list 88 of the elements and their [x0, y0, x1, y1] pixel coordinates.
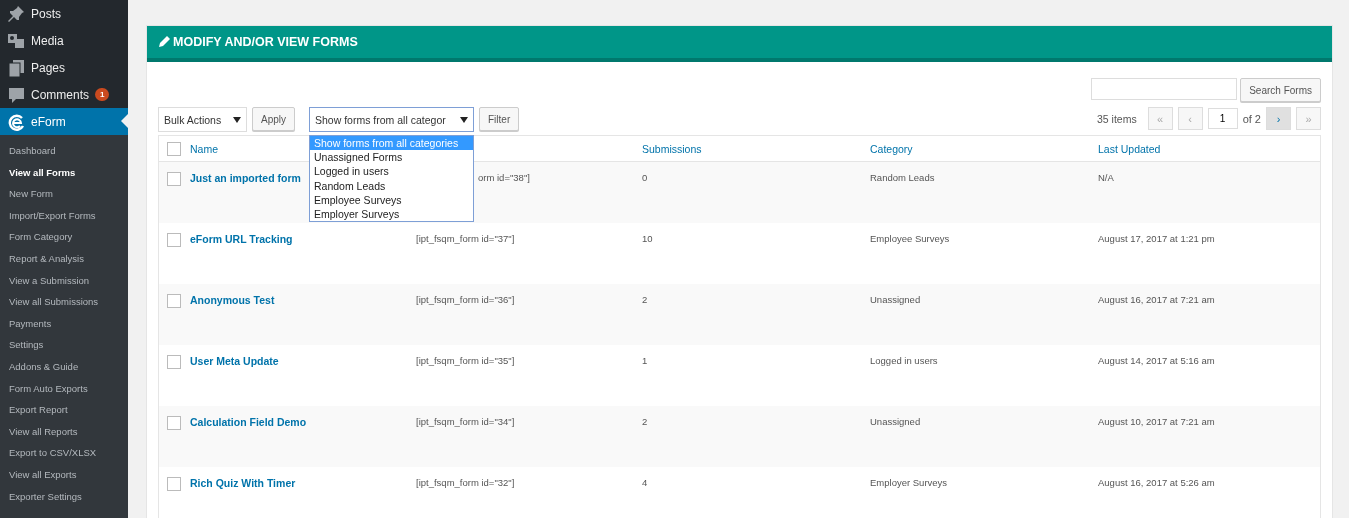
- form-name-link[interactable]: Just an imported form: [190, 172, 301, 184]
- apply-button[interactable]: Apply: [252, 107, 295, 131]
- sidebar-item[interactable]: Comments 1: [0, 81, 128, 108]
- date-text: August 10, 2017 at 7:21 am: [1098, 416, 1215, 427]
- count-badge: 1: [95, 88, 110, 101]
- form-name-link[interactable]: Calculation Field Demo: [190, 416, 307, 428]
- bulk-actions-select[interactable]: Bulk Actions: [158, 107, 247, 132]
- pin-icon: [7, 4, 25, 23]
- submission-count: 1: [642, 355, 648, 366]
- dropdown-option[interactable]: Employee Surveys: [310, 192, 473, 207]
- next-page-button[interactable]: ›: [1266, 107, 1291, 130]
- panel-title: MODIFY AND/OR VIEW FORMS: [173, 35, 358, 49]
- shortcode-text: [ipt_fsqm_form id="37"]: [416, 233, 515, 244]
- date-text: August 16, 2017 at 7:21 am: [1098, 294, 1215, 305]
- sidebar-item[interactable]: Pages: [0, 54, 128, 81]
- media-icon: [7, 31, 25, 50]
- submenu-item[interactable]: View all Submissions: [0, 291, 128, 313]
- submission-count: 4: [642, 477, 648, 488]
- submenu-item[interactable]: Form Category: [0, 226, 128, 248]
- eform-logo-icon: [7, 112, 25, 131]
- checkbox[interactable]: [167, 355, 181, 369]
- caret-icon: [460, 116, 468, 123]
- search-button[interactable]: Search Forms: [1240, 78, 1321, 102]
- date-text: August 16, 2017 at 5:26 am: [1098, 477, 1215, 488]
- submenu-item[interactable]: Addons & Guide: [0, 355, 128, 378]
- submenu-item[interactable]: Report & Analysis: [0, 247, 128, 270]
- category-text: Logged in users: [870, 355, 938, 366]
- submenu-item[interactable]: View all Exports: [0, 463, 128, 486]
- form-name-link[interactable]: eForm URL Tracking: [190, 233, 293, 245]
- form-name-link[interactable]: Rich Quiz With Timer: [190, 477, 296, 489]
- sidebar-item[interactable]: Posts: [0, 0, 128, 27]
- column-header[interactable]: Name: [190, 142, 218, 155]
- checkbox[interactable]: [167, 233, 181, 247]
- submenu-item[interactable]: Export Report: [0, 399, 128, 421]
- submission-count: 10: [642, 233, 653, 244]
- shortcode-text: [ipt_fsqm_form id="34"]: [416, 416, 515, 427]
- form-name-link[interactable]: Anonymous Test: [190, 294, 275, 306]
- caret-icon: [233, 116, 241, 123]
- submenu-item[interactable]: View a Submission: [0, 269, 128, 292]
- pencil-icon: [158, 36, 170, 48]
- date-text: August 14, 2017 at 5:16 am: [1098, 355, 1215, 366]
- dropdown-option[interactable]: Employer Surveys: [310, 206, 473, 222]
- submenu-item[interactable]: Import/Export Forms: [0, 204, 128, 227]
- dropdown-option[interactable]: Random Leads: [310, 178, 473, 193]
- sidebar-item[interactable]: eForm: [0, 108, 128, 135]
- dropdown-option[interactable]: Unassigned Forms: [310, 150, 473, 165]
- page-total: of 2: [1242, 112, 1261, 125]
- submenu-item[interactable]: Payments: [0, 312, 128, 335]
- submission-count: 2: [642, 416, 648, 427]
- submission-count: 0: [642, 172, 648, 183]
- submenu-item[interactable]: Settings: [0, 334, 128, 356]
- checkbox[interactable]: [167, 172, 181, 186]
- search-field[interactable]: [1091, 78, 1238, 100]
- date-text: N/A: [1098, 172, 1114, 183]
- submenu-item[interactable]: Form Auto Exports: [0, 377, 128, 400]
- checkbox[interactable]: [167, 477, 181, 491]
- submenu-item[interactable]: Exporter Settings: [0, 485, 128, 508]
- category-text: Employee Surveys: [870, 233, 950, 244]
- date-text: August 17, 2017 at 1:21 pm: [1098, 233, 1215, 244]
- shortcode-text: [ipt_fsqm_form id="36"]: [416, 294, 515, 305]
- submission-count: 2: [642, 294, 648, 305]
- category-text: Unassigned: [870, 416, 921, 427]
- column-header[interactable]: Category: [870, 142, 913, 155]
- submenu-item[interactable]: View all Reports: [0, 420, 128, 443]
- column-header[interactable]: Last Updated: [1098, 142, 1161, 155]
- filter-button[interactable]: Filter: [479, 107, 520, 131]
- submenu-item[interactable]: View all Forms: [0, 161, 128, 184]
- page-field[interactable]: 1: [1207, 108, 1238, 129]
- column-header[interactable]: Submissions: [642, 142, 702, 155]
- category-text: Employer Surveys: [870, 477, 948, 488]
- item-count: 35 items: [1096, 112, 1137, 125]
- category-text: Unassigned: [870, 294, 921, 305]
- submenu-item[interactable]: New Form: [0, 183, 128, 205]
- speech-bubble-icon: [7, 85, 25, 104]
- shortcode-text: orm id="38"]: [478, 172, 530, 183]
- pages-icon: [7, 58, 25, 77]
- submenu-item[interactable]: Export to CSV/XLSX: [0, 442, 128, 464]
- form-name-link[interactable]: User Meta Update: [190, 355, 279, 367]
- shortcode-text: [ipt_fsqm_form id="32"]: [416, 477, 515, 488]
- shortcode-text: [ipt_fsqm_form id="35"]: [416, 355, 515, 366]
- sidebar-item[interactable]: Media: [0, 27, 128, 54]
- category-text: Random Leads: [870, 172, 935, 183]
- checkbox[interactable]: [167, 416, 181, 430]
- submenu-item[interactable]: Dashboard: [0, 140, 128, 162]
- checkbox[interactable]: [167, 141, 181, 156]
- dropdown-option[interactable]: Logged in users: [310, 164, 473, 179]
- category-select[interactable]: Show forms from all categor: [309, 107, 474, 132]
- checkbox[interactable]: [167, 294, 181, 308]
